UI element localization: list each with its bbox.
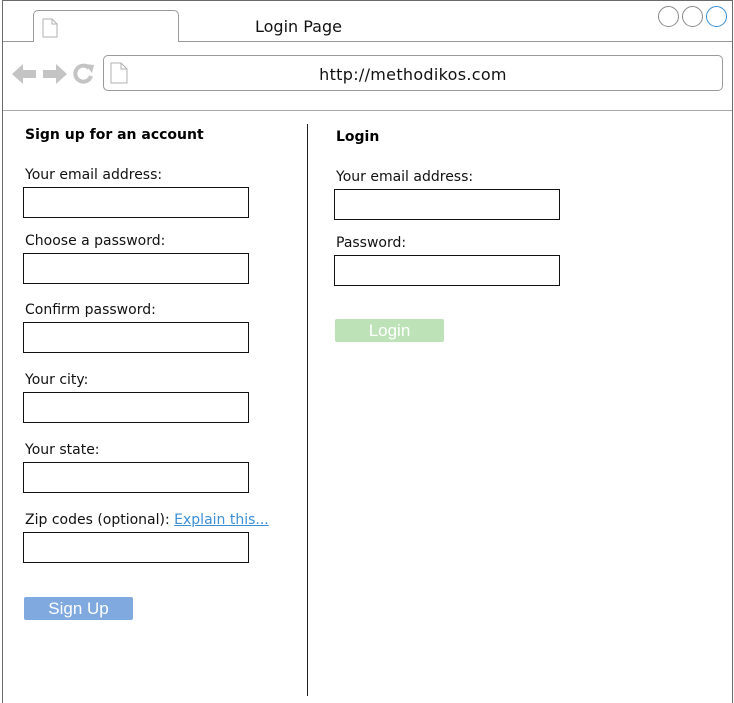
column-divider (307, 124, 308, 696)
signup-confirm-label: Confirm password: (25, 302, 156, 318)
signup-heading: Sign up for an account (25, 127, 204, 143)
login-email-field[interactable] (334, 189, 560, 220)
login-password-field[interactable] (334, 255, 560, 286)
signup-confirm-field[interactable] (23, 322, 249, 353)
login-heading: Login (336, 129, 380, 145)
browser-window: Login Page http://methodikos.com Sign up… (2, 0, 733, 703)
signup-password-field[interactable] (23, 253, 249, 284)
signup-password-label: Choose a password: (25, 233, 166, 249)
address-bar[interactable]: http://methodikos.com (103, 55, 723, 91)
title-bar: Login Page (3, 1, 732, 42)
login-button[interactable]: Login (335, 319, 444, 342)
signup-email-label: Your email address: (25, 167, 163, 183)
signup-zip-field[interactable] (23, 532, 249, 563)
back-arrow-icon[interactable] (12, 63, 38, 89)
forward-arrow-icon[interactable] (41, 63, 67, 89)
window-maximize-button[interactable] (682, 6, 703, 27)
url-text: http://methodikos.com (319, 65, 507, 84)
signup-button[interactable]: Sign Up (24, 597, 133, 620)
signup-state-field[interactable] (23, 462, 249, 493)
window-close-button[interactable] (706, 6, 727, 27)
page-content: Sign up for an account Your email addres… (3, 112, 732, 703)
explain-zip-link[interactable]: Explain this... (174, 512, 269, 528)
signup-email-field[interactable] (23, 187, 249, 218)
browser-tab[interactable] (33, 10, 179, 42)
signup-zip-row: Zip codes (optional): Explain this... (25, 512, 269, 528)
signup-city-field[interactable] (23, 392, 249, 423)
reload-icon[interactable] (72, 63, 96, 89)
window-minimize-button[interactable] (658, 6, 679, 27)
navigation-bar: http://methodikos.com (3, 43, 732, 111)
document-icon (42, 18, 58, 42)
login-email-label: Your email address: (336, 169, 474, 185)
signup-city-label: Your city: (25, 372, 89, 388)
login-password-label: Password: (336, 235, 407, 251)
signup-state-label: Your state: (25, 442, 100, 458)
signup-zip-label: Zip codes (optional): (25, 512, 170, 528)
window-title: Login Page (255, 17, 342, 36)
